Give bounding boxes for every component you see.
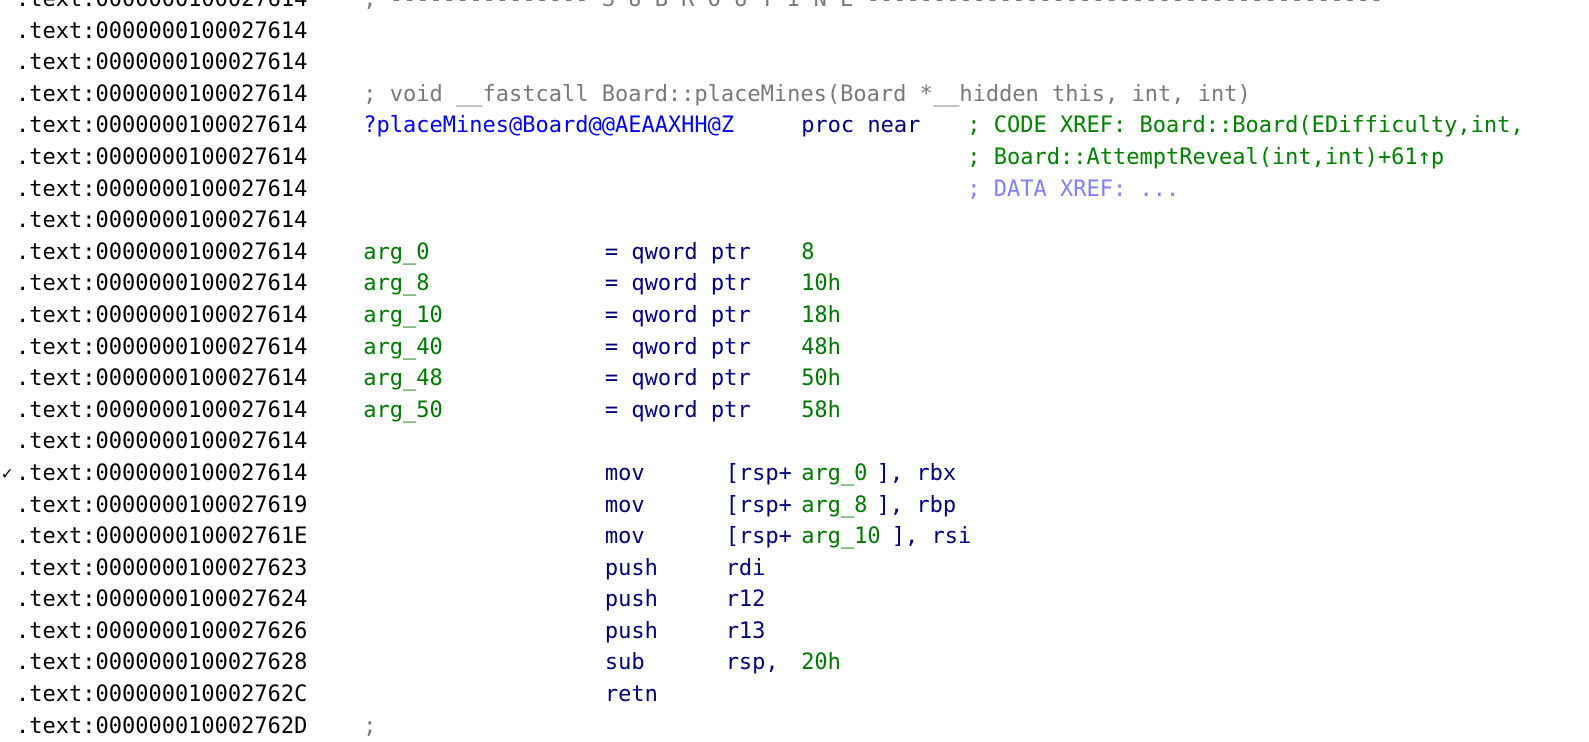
stack-var-name[interactable]: arg_10 (363, 300, 442, 332)
stack-var-name[interactable]: arg_50 (363, 395, 442, 427)
address[interactable]: .text:0000000100027624 (16, 584, 307, 616)
mnemonic[interactable]: sub (605, 647, 645, 679)
address[interactable]: .text:0000000100027614 (16, 300, 307, 332)
address[interactable]: .text:0000000100027614 (16, 205, 307, 237)
disassembly-listing[interactable]: .text:0000000100027614 ; --------------- … (0, 0, 1589, 742)
function-signature-comment[interactable]: ; void __fastcall Board::placeMines(Boar… (363, 79, 1250, 111)
address[interactable]: .text:0000000100027614 (16, 395, 307, 427)
stack-var-name[interactable]: arg_8 (363, 268, 429, 300)
listing-line[interactable]: .text:0000000100027624 push r12 (0, 584, 1589, 616)
stack-var-offset[interactable]: 8 (801, 237, 814, 269)
operand[interactable]: r12 (726, 584, 766, 616)
listing-line[interactable]: .text:0000000100027614 (0, 426, 1589, 458)
address[interactable]: .text:0000000100027614 (16, 16, 307, 48)
operand[interactable]: rdi (726, 553, 766, 585)
stack-var-offset[interactable]: 48h (801, 332, 841, 364)
mnemonic[interactable]: push (605, 553, 658, 585)
listing-line[interactable]: .text:0000000100027614 ; --------------- … (0, 0, 1589, 16)
address[interactable]: .text:0000000100027614 (16, 332, 307, 364)
code-xref-comment[interactable]: ; Board::AttemptReveal(int,int)+61↑p (967, 142, 1444, 174)
address[interactable]: .text:0000000100027614 (16, 237, 307, 269)
mnemonic[interactable]: push (605, 584, 658, 616)
operand-var[interactable]: arg_10 (801, 521, 880, 553)
address[interactable]: .text:0000000100027628 (16, 647, 307, 679)
operand[interactable]: [rsp+ (726, 458, 792, 490)
operand[interactable]: rsp, (726, 647, 792, 679)
code-xref-comment[interactable]: ; CODE XREF: Board::Board(EDifficulty,in… (967, 110, 1523, 142)
function-name[interactable]: ?placeMines@Board@@AEAAXHH@Z (363, 110, 734, 142)
subroutine-separator-comment[interactable]: ; --------------- S U B R O U T I N E --… (363, 0, 1383, 16)
listing-line[interactable]: .text:0000000100027614 arg_8 = qword ptr 10… (0, 268, 1589, 300)
stack-var-type[interactable]: = qword ptr (605, 363, 751, 395)
address[interactable]: .text:0000000100027614 (16, 79, 307, 111)
address[interactable]: .text:0000000100027626 (16, 616, 307, 648)
stack-var-type[interactable]: = qword ptr (605, 332, 751, 364)
operand-var[interactable]: arg_0 (801, 458, 867, 490)
operand-var[interactable]: arg_8 (801, 490, 867, 522)
listing-line[interactable]: .text:0000000100027614 arg_40 = qword ptr 4… (0, 332, 1589, 364)
listing-line[interactable]: .text:0000000100027614 arg_50 = qword ptr 5… (0, 395, 1589, 427)
operand[interactable]: ], rbx (877, 458, 956, 490)
listing-line[interactable]: .text:0000000100027626 push r13 (0, 616, 1589, 648)
address[interactable]: .text:0000000100027614 (16, 363, 307, 395)
operand[interactable]: r13 (726, 616, 766, 648)
address[interactable]: .text:0000000100027614 (16, 268, 307, 300)
operand-immediate[interactable]: 20h (801, 647, 841, 679)
mnemonic[interactable]: push (605, 616, 658, 648)
listing-line[interactable]: .text:0000000100027614 ; void __fastcall … (0, 79, 1589, 111)
stack-var-offset[interactable]: 58h (801, 395, 841, 427)
address[interactable]: .text:0000000100027614 (16, 426, 307, 458)
listing-line[interactable]: .text:0000000100027623 push rdi (0, 553, 1589, 585)
stack-var-type[interactable]: = qword ptr (605, 300, 751, 332)
address[interactable]: .text:0000000100027614 (16, 142, 307, 174)
listing-line[interactable]: .text:000000010002761E mov [rsp+ arg_10 ], r… (0, 521, 1589, 553)
checkmark-icon: ✓ (1, 462, 13, 484)
stack-var-offset[interactable]: 18h (801, 300, 841, 332)
mnemonic[interactable]: mov (605, 458, 645, 490)
listing-line[interactable]: .text:0000000100027628 sub rsp, 20h (0, 647, 1589, 679)
address[interactable]: .text:0000000100027614 (16, 174, 307, 206)
address[interactable]: .text:000000010002762C (16, 679, 307, 711)
listing-line[interactable]: .text:000000010002762D; (0, 711, 1589, 742)
address[interactable]: .text:0000000100027614 (16, 458, 307, 490)
listing-line[interactable]: .text:0000000100027614 arg_48 = qword ptr 5… (0, 363, 1589, 395)
address[interactable]: .text:0000000100027614 (16, 110, 307, 142)
stack-var-type[interactable]: = qword ptr (605, 395, 751, 427)
operand[interactable]: [rsp+ (726, 490, 792, 522)
stack-var-offset[interactable]: 50h (801, 363, 841, 395)
listing-line[interactable]: .text:0000000100027619 mov [rsp+ arg_8 ], rb… (0, 490, 1589, 522)
listing-line[interactable]: .text:000000010002762C retn (0, 679, 1589, 711)
listing-line[interactable]: .text:0000000100027614 arg_10 = qword ptr 1… (0, 300, 1589, 332)
listing-line[interactable]: .text:0000000100027614 arg_0 = qword ptr 8 (0, 237, 1589, 269)
mnemonic[interactable]: mov (605, 521, 645, 553)
address[interactable]: .text:0000000100027614 (16, 47, 307, 79)
address[interactable]: .text:000000010002761E (16, 521, 307, 553)
mnemonic[interactable]: mov (605, 490, 645, 522)
data-xref-comment[interactable]: ; DATA XREF: ... (967, 174, 1179, 206)
operand[interactable]: [rsp+ (726, 521, 792, 553)
listing-line[interactable]: .text:0000000100027614 (0, 205, 1589, 237)
stack-var-name[interactable]: arg_40 (363, 332, 442, 364)
listing-line[interactable]: .text:0000000100027614 ; Board::AttemptRe… (0, 142, 1589, 174)
listing-line[interactable]: .text:0000000100027614 (0, 16, 1589, 48)
stack-var-type[interactable]: = qword ptr (605, 237, 751, 269)
mnemonic[interactable]: retn (605, 679, 658, 711)
operand[interactable]: ], rsi (892, 521, 971, 553)
listing-line[interactable]: .text:0000000100027614 ?placeMines@Board@… (0, 110, 1589, 142)
address[interactable]: .text:0000000100027614 (16, 0, 307, 16)
comment[interactable]: ; (363, 711, 376, 742)
address[interactable]: .text:000000010002762D (16, 711, 307, 742)
listing-line[interactable]: ✓ .text:0000000100027614 mov [rsp+ arg_0 ], r… (0, 458, 1589, 490)
stack-var-name[interactable]: arg_0 (363, 237, 429, 269)
listing-line[interactable]: .text:0000000100027614 ; DATA XREF: ... (0, 174, 1589, 206)
address[interactable]: .text:0000000100027623 (16, 553, 307, 585)
stack-var-type[interactable]: = qword ptr (605, 268, 751, 300)
listing-line[interactable]: .text:0000000100027614 (0, 47, 1589, 79)
proc-keyword[interactable]: proc near (801, 110, 920, 142)
address[interactable]: .text:0000000100027619 (16, 490, 307, 522)
stack-var-name[interactable]: arg_48 (363, 363, 442, 395)
stack-var-offset[interactable]: 10h (801, 268, 841, 300)
operand[interactable]: ], rbp (877, 490, 956, 522)
